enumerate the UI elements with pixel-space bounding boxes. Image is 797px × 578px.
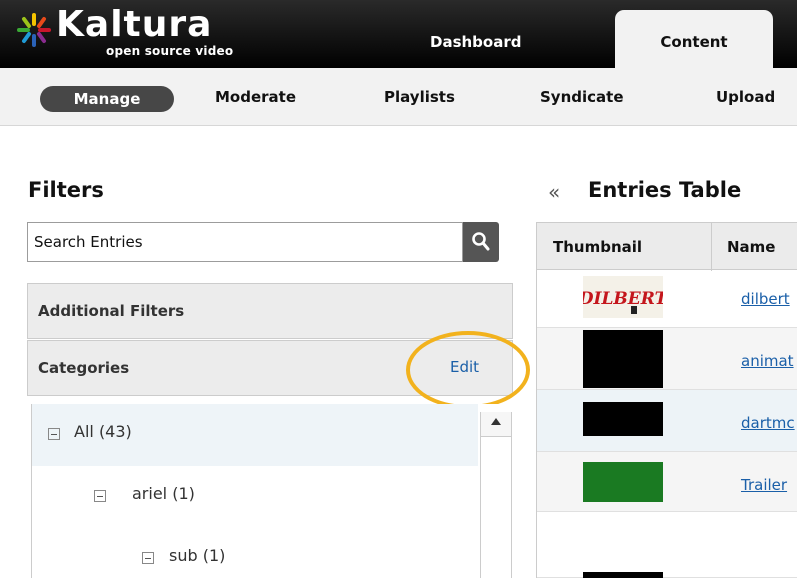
tree-item-sub[interactable]: sub (1) (32, 528, 478, 578)
kaltura-logo[interactable]: Kaltura open source video (16, 4, 256, 60)
collapse-toggle-icon[interactable] (142, 552, 154, 564)
search-icon (472, 232, 490, 251)
column-header-name[interactable]: Name (727, 238, 775, 256)
subnav-moderate[interactable]: Moderate (215, 88, 296, 106)
entry-thumbnail[interactable] (583, 330, 663, 388)
search-entries-input[interactable]: Search Entries (27, 222, 463, 262)
tree-item-label: ariel (1) (132, 484, 195, 503)
additional-filters-header[interactable]: Additional Filters (27, 283, 513, 339)
scroll-thumb[interactable] (481, 436, 511, 578)
tree-item-all[interactable]: All (43) (32, 404, 478, 466)
content-subnav: Manage Moderate Playlists Syndicate Uplo… (0, 68, 797, 126)
subnav-syndicate[interactable]: Syndicate (540, 88, 624, 106)
collapse-toggle-icon[interactable] (48, 428, 60, 440)
entry-thumbnail[interactable] (583, 402, 663, 436)
entry-thumbnail[interactable]: DILBERT (583, 276, 663, 318)
tab-dashboard[interactable]: Dashboard (430, 19, 560, 69)
logo-wordmark: Kaltura (56, 4, 213, 45)
subnav-manage[interactable]: Manage (40, 86, 174, 112)
table-header-row: Thumbnail Name (537, 222, 797, 271)
entries-table: Thumbnail Name DILBERT dilbert animat da… (536, 222, 797, 578)
scroll-up-arrow-icon[interactable] (491, 418, 501, 425)
tree-scrollbar[interactable] (480, 412, 512, 578)
collapse-filters-chevron-icon[interactable]: « (548, 180, 560, 204)
table-row[interactable]: Trailer (537, 452, 797, 512)
subnav-playlists[interactable]: Playlists (384, 88, 455, 106)
category-tree: All (43) ariel (1) sub (1) (31, 404, 512, 578)
column-divider (711, 223, 712, 271)
tab-content[interactable]: Content (615, 10, 773, 68)
tree-item-label: sub (1) (169, 546, 226, 565)
table-row[interactable]: DILBERT dilbert (537, 270, 797, 328)
logo-tagline: open source video (106, 44, 234, 58)
search-button[interactable] (463, 222, 499, 262)
entry-thumbnail[interactable] (583, 572, 663, 578)
column-header-thumbnail[interactable]: Thumbnail (553, 238, 642, 256)
filters-title: Filters (28, 178, 104, 202)
highlight-circle-annotation (406, 331, 530, 409)
subnav-upload[interactable]: Upload (716, 88, 775, 106)
table-row[interactable]: dartmc (537, 390, 797, 452)
svg-text:DILBERT: DILBERT (583, 289, 663, 309)
entry-name-link[interactable]: dilbert (741, 290, 790, 308)
entry-name-link[interactable]: Trailer (741, 476, 787, 494)
tree-item-ariel[interactable]: ariel (1) (32, 466, 478, 528)
kaltura-burst-icon (17, 13, 51, 47)
entry-name-link[interactable]: animat (741, 352, 794, 370)
table-row[interactable] (537, 512, 797, 578)
entry-thumbnail[interactable] (583, 462, 663, 502)
entries-table-title: Entries Table (588, 178, 742, 202)
tree-item-label: All (43) (74, 422, 132, 441)
table-row[interactable]: animat (537, 328, 797, 390)
collapse-toggle-icon[interactable] (94, 490, 106, 502)
entry-name-link[interactable]: dartmc (741, 414, 795, 432)
